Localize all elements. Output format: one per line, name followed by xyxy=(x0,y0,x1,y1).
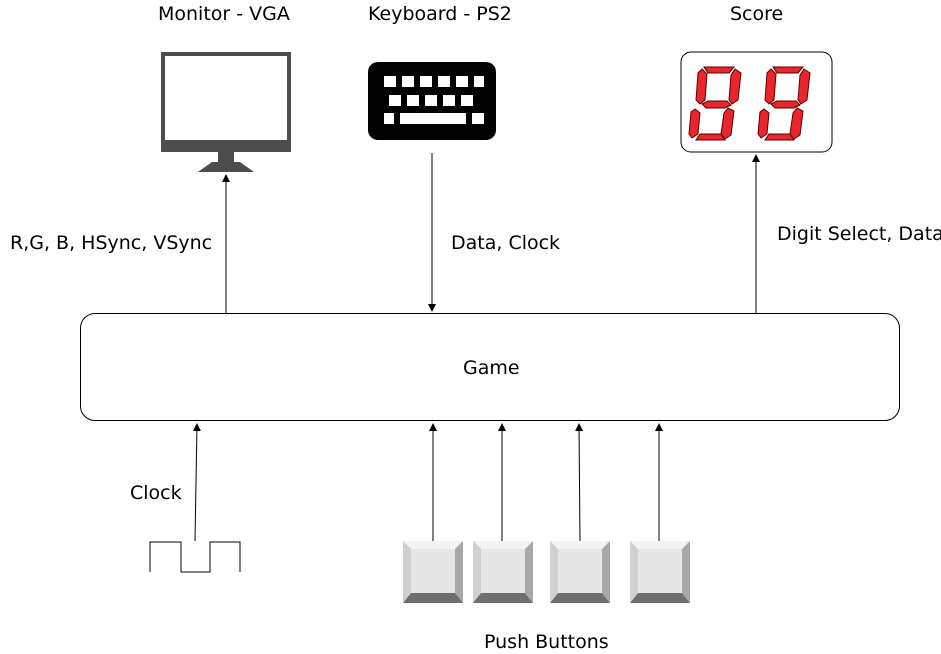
keyboard-icon xyxy=(368,62,496,140)
push-button-icon xyxy=(473,541,533,603)
clock-arrow xyxy=(192,423,201,542)
monitor-icon xyxy=(161,52,291,172)
seven-segment-display-icon xyxy=(680,51,833,153)
push-button-icon xyxy=(550,541,610,603)
clock-waveform-icon xyxy=(149,541,241,573)
push-button-icon xyxy=(630,541,690,603)
button-3-arrow xyxy=(575,423,584,542)
block-diagram xyxy=(149,51,833,603)
push-button-icon xyxy=(403,541,463,603)
